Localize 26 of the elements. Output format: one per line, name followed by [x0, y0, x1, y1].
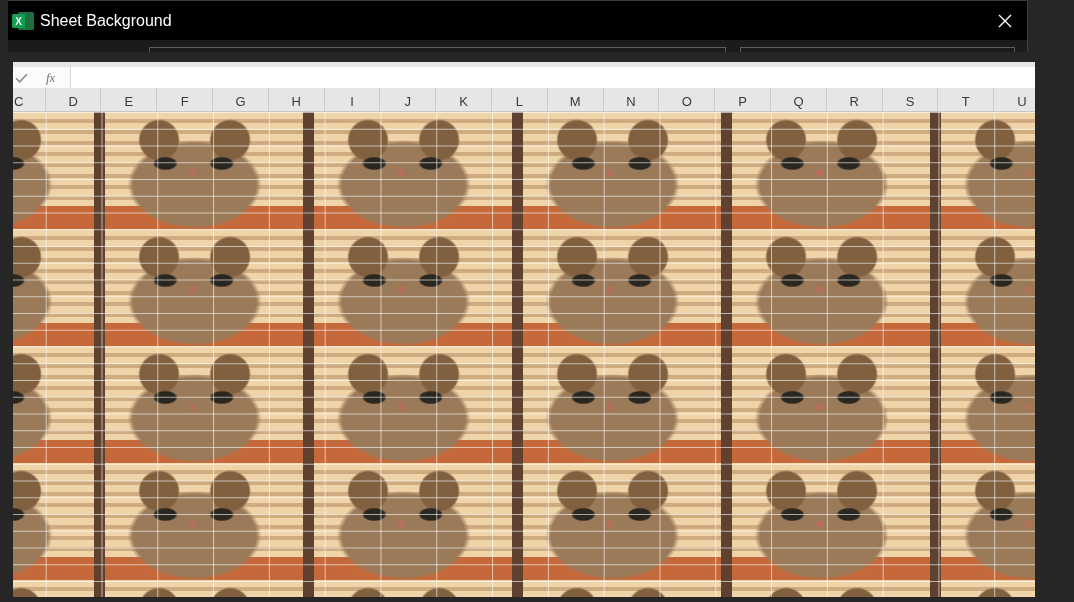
- column-header[interactable]: S: [882, 88, 939, 111]
- column-header[interactable]: D: [45, 88, 102, 111]
- column-header[interactable]: N: [603, 88, 660, 111]
- column-header[interactable]: G: [213, 88, 269, 111]
- column-header[interactable]: J: [380, 88, 437, 111]
- column-header[interactable]: I: [324, 88, 381, 111]
- column-header[interactable]: U: [994, 88, 1035, 111]
- column-header[interactable]: O: [659, 88, 716, 111]
- input-field[interactable]: [149, 47, 726, 52]
- column-header[interactable]: H: [268, 88, 325, 111]
- column-header[interactable]: M: [547, 88, 604, 111]
- column-header[interactable]: F: [157, 88, 214, 111]
- column-header[interactable]: C: [13, 88, 46, 111]
- column-header[interactable]: K: [436, 88, 493, 111]
- close-icon: [998, 13, 1012, 28]
- insert-function-button[interactable]: fx: [46, 70, 56, 85]
- formula-input[interactable]: [70, 67, 1035, 88]
- input-field[interactable]: [740, 47, 1015, 52]
- column-header[interactable]: E: [101, 88, 158, 111]
- column-header[interactable]: R: [826, 88, 883, 111]
- column-header[interactable]: Q: [771, 88, 827, 111]
- column-header[interactable]: L: [492, 88, 548, 111]
- column-header[interactable]: T: [938, 88, 995, 111]
- window-title: Sheet Background: [40, 11, 172, 30]
- check-icon: [15, 72, 28, 83]
- column-header[interactable]: P: [715, 88, 772, 111]
